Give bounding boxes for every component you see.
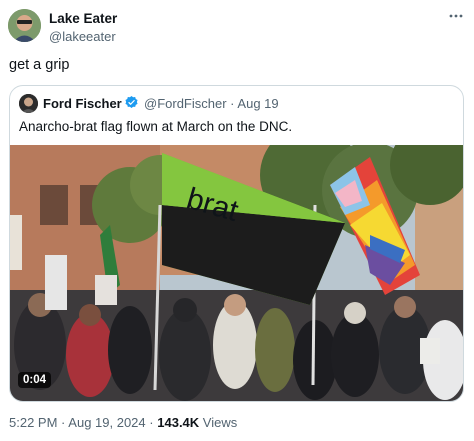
verified-icon <box>124 95 139 110</box>
views-count[interactable]: 143.4K <box>157 415 199 430</box>
quote-author-name[interactable]: Ford Fischer <box>43 96 122 111</box>
tweet: Lake Eater @lakeeater get a grip Ford Fi… <box>0 0 474 441</box>
author-name[interactable]: Lake Eater <box>49 11 117 26</box>
quoted-tweet[interactable]: Ford Fischer @FordFischer · Aug 19 Anarc… <box>9 85 464 402</box>
quote-date[interactable]: Aug 19 <box>237 96 278 111</box>
flag-text: brat <box>183 182 242 228</box>
quote-author-handle[interactable]: @FordFischer <box>144 96 227 111</box>
footer-dot: · <box>149 415 154 430</box>
quote-author-avatar[interactable] <box>19 94 38 113</box>
post-date[interactable]: Aug 19, 2024 <box>68 415 145 430</box>
tweet-text: get a grip <box>9 57 70 73</box>
post-time[interactable]: 5:22 PM <box>9 415 57 430</box>
quote-meta: @FordFischer · Aug 19 <box>144 96 279 111</box>
video-duration: 0:04 <box>18 372 52 388</box>
author-avatar[interactable] <box>8 9 41 42</box>
tweet-footer: 5:22 PM · Aug 19, 2024 · 143.4K Views <box>9 415 237 430</box>
more-icon[interactable] <box>446 6 466 26</box>
quote-text: Anarcho-brat flag flown at March on the … <box>19 119 293 134</box>
views-label: Views <box>202 415 238 430</box>
footer-dot: · <box>61 415 66 430</box>
author-handle[interactable]: @lakeeater <box>49 29 116 44</box>
flag-lettering: brat <box>183 182 242 228</box>
quote-video[interactable]: brat 0:04 <box>10 145 463 401</box>
meta-separator: · <box>230 96 235 111</box>
